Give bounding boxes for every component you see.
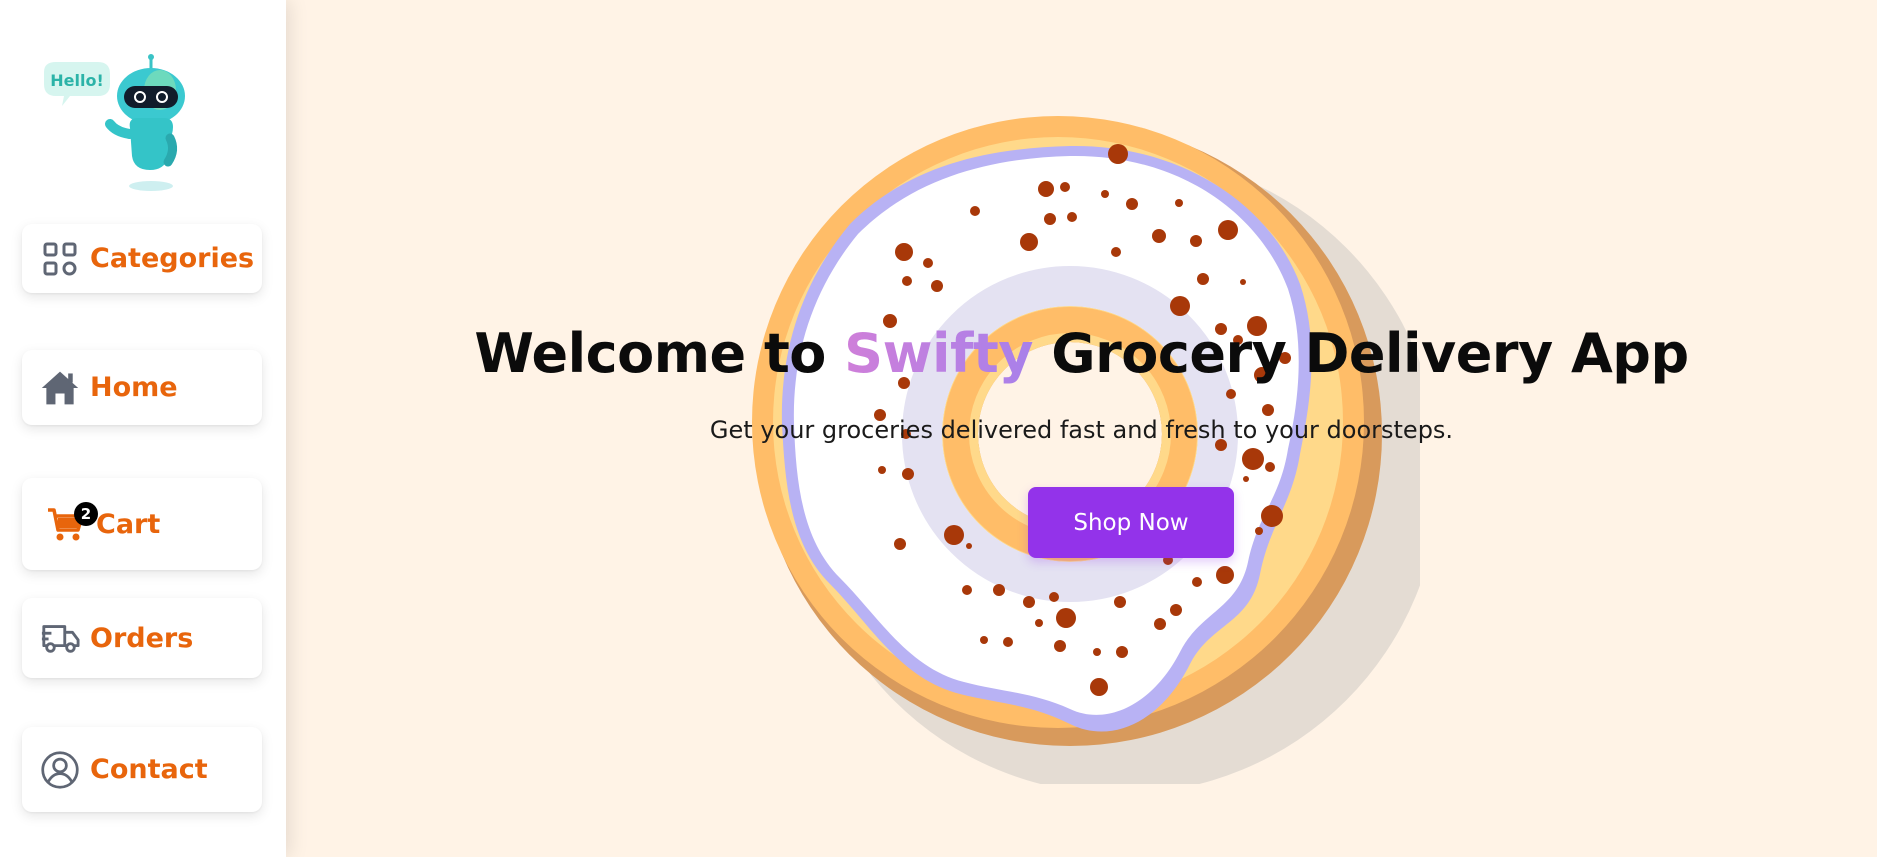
home-icon — [40, 368, 80, 408]
sidebar-item-label: Cart — [96, 508, 161, 540]
hero-subtitle: Get your groceries delivered fast and fr… — [709, 416, 1454, 444]
hero-title: Welcome to Swifty Grocery Delivery App — [286, 322, 1877, 385]
sidebar-item-label: Orders — [90, 622, 194, 654]
brand-name: Swifty — [844, 322, 1033, 385]
sidebar-item-label: Contact — [90, 754, 208, 785]
donut-illustration — [752, 116, 1420, 784]
hero-section: Welcome to Swifty Grocery Delivery App G… — [286, 0, 1877, 857]
shop-now-button[interactable]: Shop Now — [1028, 487, 1234, 558]
cart-icon: 2 — [46, 502, 98, 544]
cart-count-badge: 2 — [74, 502, 98, 526]
sidebar-item-home[interactable]: Home — [22, 350, 262, 425]
sidebar-item-categories[interactable]: Categories — [22, 224, 262, 293]
sidebar-item-label: Home — [90, 372, 178, 403]
title-prefix: Welcome to — [474, 322, 845, 385]
sidebar-item-cart[interactable]: 2 Cart — [22, 478, 262, 570]
sidebar-item-contact[interactable]: Contact — [22, 727, 262, 812]
title-suffix: Grocery Delivery App — [1032, 322, 1689, 385]
sidebar-item-orders[interactable]: Orders — [22, 598, 262, 678]
sidebar: Hello! Categories Home 2 Cart Orders Con… — [0, 0, 286, 857]
sidebar-item-label: Categories — [90, 243, 255, 274]
user-circle-icon — [40, 750, 80, 790]
grid-icon — [40, 239, 80, 279]
svg-text:Hello!: Hello! — [50, 71, 104, 90]
truck-icon — [40, 618, 80, 658]
robot-logo: Hello! — [44, 54, 185, 191]
